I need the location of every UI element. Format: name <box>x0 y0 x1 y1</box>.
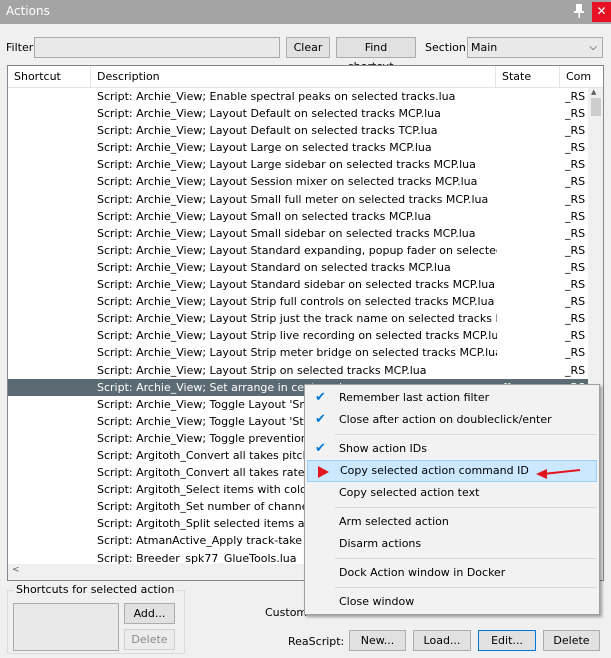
shortcuts-group: Shortcuts for selected action Add... Del… <box>7 583 185 654</box>
menu-item-remember-last-action-filter[interactable]: ✔ Remember last action filter <box>307 387 597 409</box>
menu-item-label: Show action IDs <box>339 442 427 455</box>
menu-item-copy-selected-action-text[interactable]: Copy selected action text <box>307 482 597 504</box>
column-shortcut[interactable]: Shortcut <box>8 66 91 88</box>
table-row[interactable]: Script: Archie_View; Layout Large on sel… <box>8 139 588 156</box>
table-row[interactable]: Script: Archie_View; Layout Strip just t… <box>8 310 588 327</box>
table-row[interactable]: Script: Archie_View; Layout Standard exp… <box>8 242 588 259</box>
section-selected-value: Main <box>471 41 498 54</box>
menu-item-label: Dock Action window in Docker <box>339 566 506 579</box>
table-row[interactable]: Script: Archie_View; Layout Standard sid… <box>8 276 588 293</box>
table-row[interactable]: Script: Archie_View; Enable spectral pea… <box>8 88 588 105</box>
title-bar: Actions ✕ <box>0 0 611 24</box>
menu-item-label: Arm selected action <box>339 515 449 528</box>
find-shortcut-button[interactable]: Find shortcut... <box>336 37 416 73</box>
row-description: Script: Archie_View; Layout Strip live r… <box>97 329 497 343</box>
menu-item-dock-action-window-in-docker[interactable]: Dock Action window in Docker <box>307 562 597 584</box>
table-row[interactable]: Script: Archie_View; Layout Small on sel… <box>8 208 588 225</box>
table-row[interactable]: Script: Archie_View; Layout Session mixe… <box>8 173 588 190</box>
row-description: Script: Archie_View; Layout Strip just t… <box>97 312 497 326</box>
menu-separator <box>335 507 597 508</box>
shortcuts-list[interactable] <box>13 603 119 651</box>
column-command[interactable]: Com <box>560 66 603 88</box>
menu-item-close-after-action-on-doubleclick-enter[interactable]: ✔ Close after action on doubleclick/enter <box>307 409 597 431</box>
menu-item-label: Disarm actions <box>339 537 422 550</box>
window-title: Actions <box>6 4 50 18</box>
table-row[interactable]: Script: Archie_View; Layout Default on s… <box>8 105 588 122</box>
table-row[interactable]: Script: Archie_View; Layout Strip on sel… <box>8 362 588 379</box>
table-row[interactable]: Script: Archie_View; Layout Strip live r… <box>8 327 588 344</box>
checkmark-icon: ✔ <box>315 412 326 427</box>
load-script-button[interactable]: Load... <box>413 630 471 651</box>
table-row[interactable]: Script: Archie_View; Layout Small full m… <box>8 191 588 208</box>
custom-label: Custom <box>265 606 308 619</box>
delete-script-button[interactable]: Delete <box>543 630 600 651</box>
row-description: Script: Archie_View; Layout Strip on sel… <box>97 363 427 377</box>
filter-label: Filter: <box>6 41 37 54</box>
sort-ascending-icon: ⌃ <box>286 65 293 71</box>
row-description: Script: Archie_View; Layout Session mixe… <box>97 175 478 189</box>
scrollbar-thumb[interactable] <box>591 98 601 116</box>
table-row[interactable]: Script: Archie_View; Layout Default on s… <box>8 122 588 139</box>
row-description: Script: Archie_View; Layout Standard on … <box>97 260 451 274</box>
table-row[interactable]: Script: Archie_View; Layout Small sideba… <box>8 225 588 242</box>
row-description: Script: Archie_View; Layout Small full m… <box>97 192 489 206</box>
new-script-button[interactable]: New... <box>349 630 406 651</box>
section-select[interactable]: Main ⌵ <box>467 37 603 58</box>
menu-item-label: Copy selected action command ID <box>340 464 529 477</box>
menu-item-arm-selected-action[interactable]: Arm selected action <box>307 511 597 533</box>
row-description: Script: Archie_View; Enable spectral pea… <box>97 90 456 103</box>
row-description: Script: Archie_View; Layout Standard sid… <box>97 278 495 292</box>
table-row[interactable]: Script: Archie_View; Layout Standard on … <box>8 259 588 276</box>
add-shortcut-button[interactable]: Add... <box>124 603 175 624</box>
row-description: Script: Archie_View; Layout Strip meter … <box>97 346 497 360</box>
menu-item-show-action-ids[interactable]: ✔ Show action IDs <box>307 438 597 460</box>
table-row[interactable]: Script: Archie_View; Layout Strip full c… <box>8 293 588 310</box>
close-icon[interactable]: ✕ <box>592 2 611 22</box>
column-description[interactable]: Description <box>91 66 496 88</box>
menu-item-close-window[interactable]: Close window <box>307 591 597 613</box>
checkmark-icon: ✔ <box>315 390 326 405</box>
row-description: Script: Archie_View; Layout Large sideba… <box>97 158 476 172</box>
row-description: Script: Archie_View; Layout Standard exp… <box>97 243 497 257</box>
menu-item-copy-selected-action-command-id[interactable]: Copy selected action command ID <box>307 460 597 482</box>
scroll-left-icon[interactable]: < <box>12 565 20 575</box>
clear-button[interactable]: Clear <box>286 37 330 58</box>
row-description: Script: Archie_View; Layout Default on s… <box>97 107 441 121</box>
row-description: Script: Archie_View; Layout Large on sel… <box>97 141 432 155</box>
reascript-label: ReaScript: <box>288 635 345 648</box>
menu-separator <box>335 434 597 435</box>
table-row[interactable]: Script: Archie_View; Layout Large sideba… <box>8 156 588 173</box>
section-label: Section: <box>425 41 470 54</box>
table-row[interactable]: Script: Archie_View; Layout Strip meter … <box>8 344 588 361</box>
menu-item-label: Remember last action filter <box>339 391 490 404</box>
scroll-up-icon[interactable]: ▲ <box>591 88 596 96</box>
context-menu: ✔ Remember last action filter ✔ Close after… <box>304 384 600 615</box>
row-description: Script: Archie_View; Layout Default on s… <box>97 124 438 138</box>
row-description: Script: Archie_View; Layout Small sideba… <box>97 226 476 240</box>
filter-input[interactable] <box>34 37 280 58</box>
menu-item-label: Copy selected action text <box>339 486 480 499</box>
checkmark-icon: ✔ <box>315 441 326 456</box>
pin-icon[interactable] <box>572 3 586 19</box>
column-state[interactable]: State <box>496 66 560 88</box>
shortcuts-group-legend: Shortcuts for selected action <box>14 583 177 596</box>
list-header: Shortcut Description ⌃ State Com <box>8 66 603 88</box>
menu-item-disarm-actions[interactable]: Disarm actions <box>307 533 597 555</box>
menu-item-label: Close window <box>339 595 415 608</box>
row-description: Script: Archie_View; Layout Strip full c… <box>97 295 495 309</box>
chevron-down-icon: ⌵ <box>589 42 597 53</box>
row-description: Script: Archie_View; Layout Small on sel… <box>97 209 432 223</box>
menu-separator <box>335 587 597 588</box>
menu-item-label: Close after action on doubleclick/enter <box>339 413 552 426</box>
menu-separator <box>335 558 597 559</box>
delete-shortcut-button[interactable]: Delete <box>124 629 175 650</box>
edit-script-button[interactable]: Edit... <box>478 630 536 651</box>
